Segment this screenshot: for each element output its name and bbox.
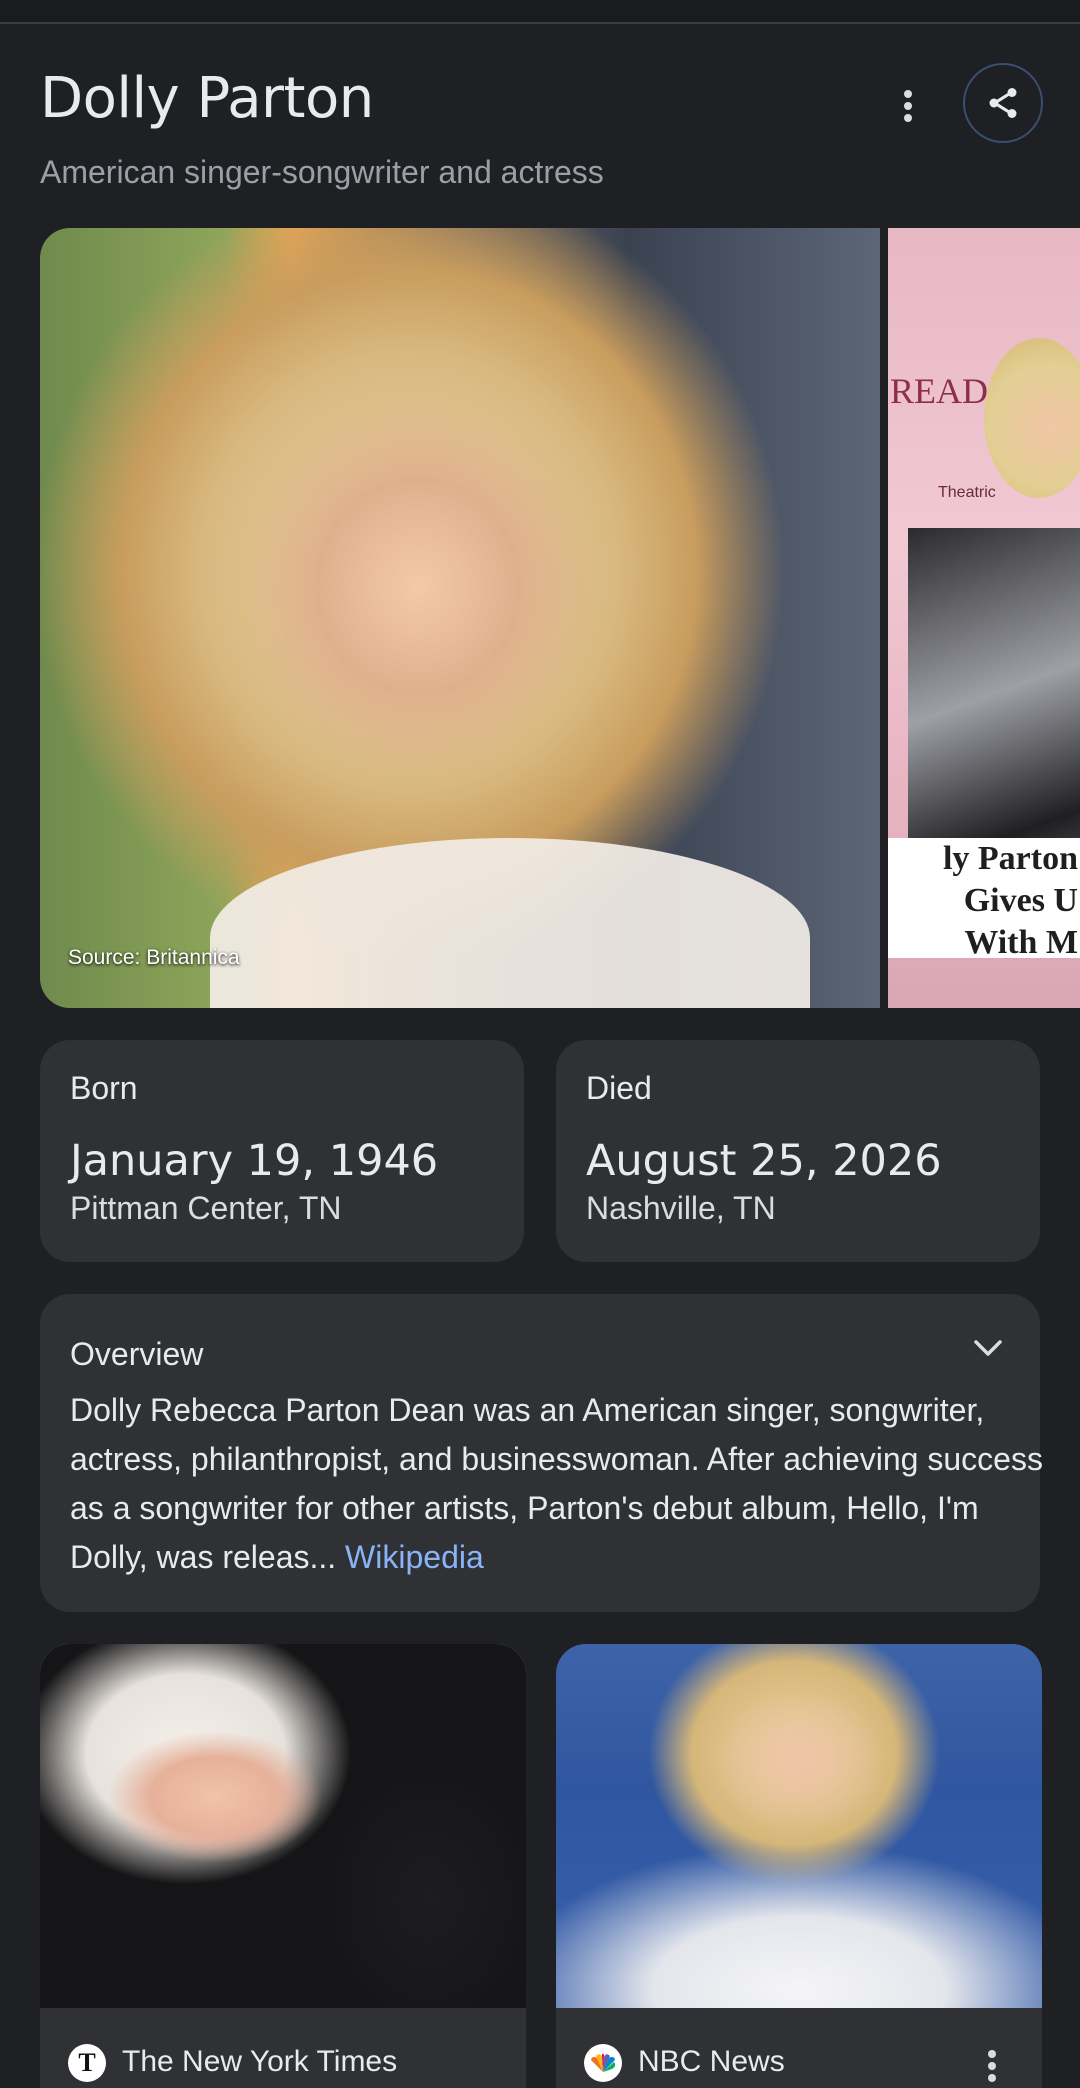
secondary-caption: ly Parton Gives U With M [888, 838, 1080, 961]
more-vert-icon[interactable] [982, 2046, 1002, 2086]
entity-title: Dolly Parton [40, 66, 374, 131]
backdrop-small-text: Theatric [938, 484, 996, 501]
chevron-down-icon [974, 1340, 1002, 1356]
secondary-portrait [984, 338, 1080, 498]
born-place: Pittman Center, TN [70, 1190, 342, 1226]
born-card[interactable]: Born January 19, 1946 Pittman Center, TN [40, 1040, 524, 1262]
born-date: January 19, 1946 [70, 1136, 439, 1186]
secondary-caption-line2: With M [964, 924, 1078, 961]
wikipedia-link[interactable]: Wikipedia [345, 1539, 484, 1575]
overview-title: Overview [70, 1336, 204, 1372]
entity-subtitle: American singer-songwriter and actress [40, 154, 604, 190]
born-label: Born [70, 1070, 138, 1106]
overview-text: Dolly Rebecca Parton Dean was an America… [70, 1386, 1060, 1582]
main-image[interactable]: Source: Britannica [40, 228, 880, 1008]
news-source-name: The New York Times [122, 2045, 398, 2078]
news-source-name: NBC News [638, 2045, 785, 2078]
overview-card[interactable]: Overview Dolly Rebecca Parton Dean was a… [40, 1294, 1043, 1612]
nyt-logo-letter: T [78, 2048, 96, 2077]
more-vert-icon [904, 90, 912, 122]
died-date: August 25, 2026 [586, 1136, 942, 1186]
died-label: Died [586, 1070, 652, 1106]
news-footer: T The New York Times [40, 2008, 526, 2088]
nyt-logo-icon: T [68, 2044, 106, 2082]
news-card-2[interactable]: NBC News [556, 1644, 1042, 2088]
overview-body: Dolly Rebecca Parton Dean was an America… [70, 1392, 1043, 1575]
died-place: Nashville, TN [586, 1190, 776, 1226]
share-button[interactable] [963, 63, 1043, 143]
image-source-label: Source: Britannica [68, 946, 240, 969]
secondary-image[interactable]: READS Theatric ly Parton Gives U With M [888, 228, 1080, 1008]
news-card-1[interactable]: T The New York Times [40, 1644, 526, 2088]
news-image [40, 1644, 526, 2008]
more-options-button[interactable] [888, 76, 928, 136]
expand-button[interactable] [968, 1328, 1008, 1368]
died-card[interactable]: Died August 25, 2026 Nashville, TN [556, 1040, 1040, 1262]
share-icon [989, 88, 1017, 118]
news-footer: NBC News [556, 2008, 1042, 2088]
top-divider [0, 0, 1080, 24]
secondary-caption-line1: ly Parton Gives U [942, 840, 1078, 919]
nbc-peacock-icon [584, 2044, 622, 2082]
news-image [556, 1644, 1042, 2008]
